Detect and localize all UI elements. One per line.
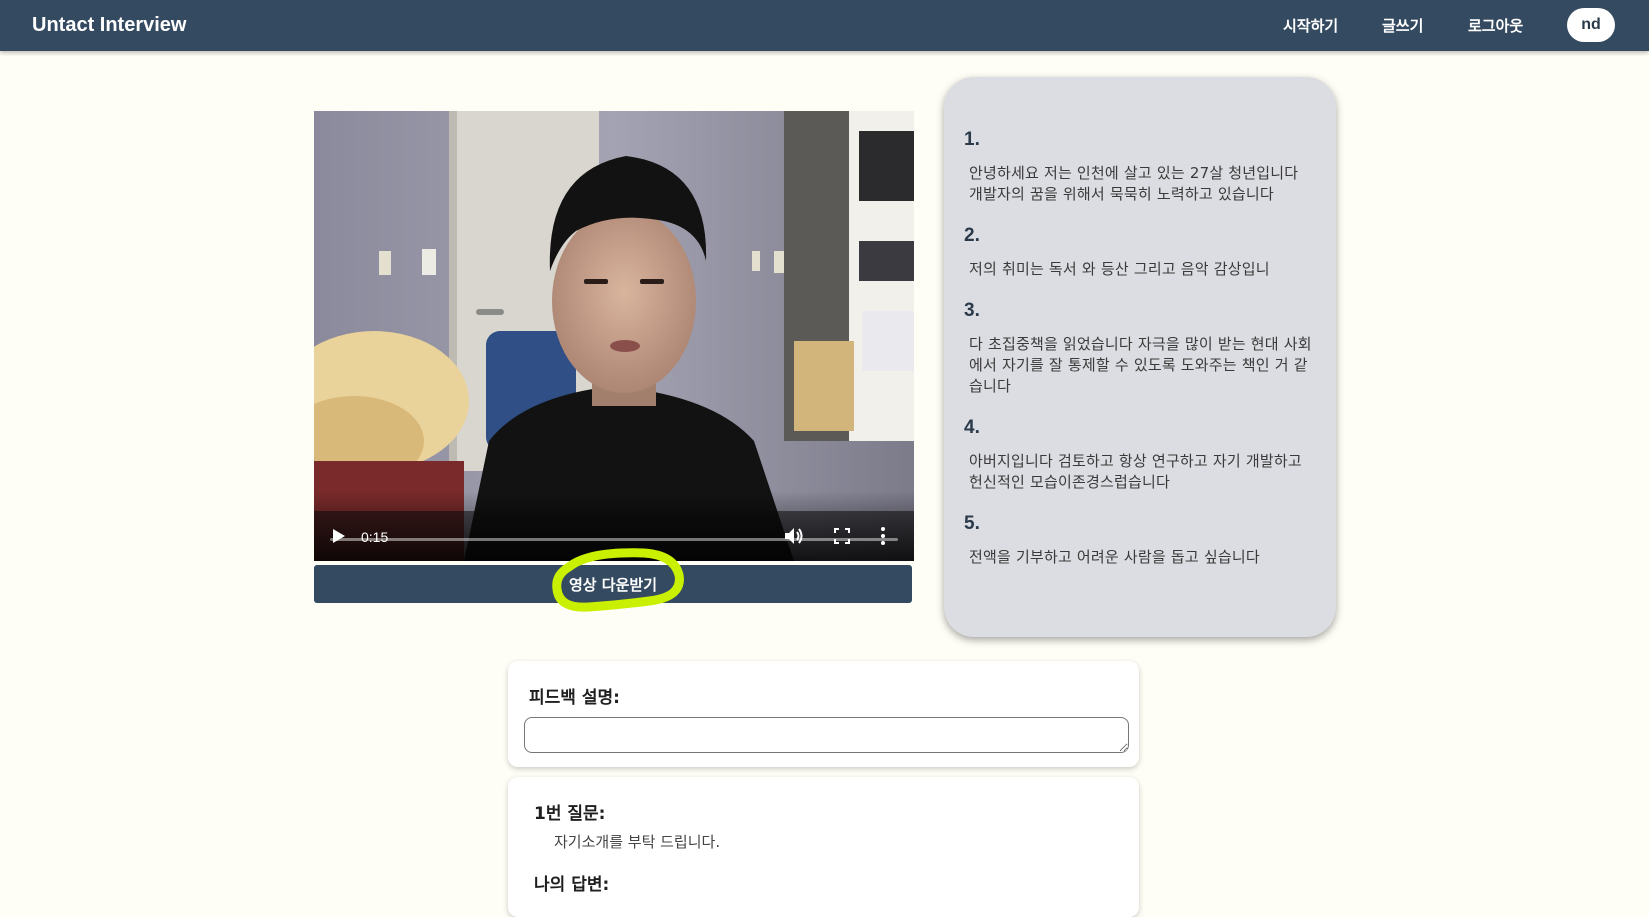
answer-text: 아버지입니다 검토하고 항상 연구하고 자기 개발하고 헌신적인 모습이존경스럽… <box>969 452 1302 491</box>
answer-text: 안녕하세요 저는 인천에 살고 있는 27살 청년입니다 개발자의 꿈을 위해서… <box>969 164 1299 203</box>
answer-number: 1. <box>964 129 980 150</box>
answer-text: 다 초집중책을 읽었습니다 자극을 많이 받는 현대 사회에서 자기를 잘 통제… <box>969 335 1312 395</box>
answer-number: 5. <box>964 513 980 534</box>
answers-panel: 1. 안녕하세요 저는 인천에 살고 있는 27살 청년입니다 개발자의 꿈을 … <box>944 77 1336 637</box>
nav-start-link[interactable]: 시작하기 <box>1283 15 1338 36</box>
answer-number: 4. <box>964 417 980 438</box>
nav-logout-link[interactable]: 로그아웃 <box>1468 15 1523 36</box>
download-video-button[interactable]: 영상 다운받기 <box>314 565 912 603</box>
answer-item: 5. 전액을 기부하고 어려운 사람을 돕고 싶습니다 <box>964 513 1314 568</box>
answer-item: 1. 안녕하세요 저는 인천에 살고 있는 27살 청년입니다 개발자의 꿈을 … <box>964 129 1314 205</box>
feedback-label: 피드백 설명: <box>529 688 620 708</box>
answer-label: 나의 답변: <box>534 875 610 895</box>
feedback-textarea[interactable] <box>524 717 1129 753</box>
navbar: Untact Interview 시작하기 글쓰기 로그아웃 nd <box>0 0 1649 51</box>
nav-write-link[interactable]: 글쓰기 <box>1382 15 1423 36</box>
question-label: 1번 질문: <box>534 804 606 824</box>
question-text: 자기소개를 부탁 드립니다. <box>554 833 721 851</box>
video-player[interactable]: 0:15 <box>314 111 914 561</box>
fullscreen-icon[interactable] <box>834 528 850 544</box>
video-time: 0:15 <box>361 529 389 545</box>
feedback-card: 피드백 설명: <box>508 661 1139 767</box>
more-vertical-icon[interactable] <box>880 526 886 546</box>
answer-text: 저의 취미는 독서 와 등산 그리고 음악 감상입니 <box>969 260 1270 278</box>
answer-number: 2. <box>964 225 980 246</box>
question-card: 1번 질문: 자기소개를 부탁 드립니다. 나의 답변: <box>508 777 1139 917</box>
download-video-label: 영상 다운받기 <box>568 575 658 594</box>
video-controls: 0:15 <box>314 491 914 561</box>
avatar[interactable]: nd <box>1567 8 1615 42</box>
play-icon[interactable] <box>332 528 346 544</box>
brand-logo[interactable]: Untact Interview <box>32 14 186 37</box>
answer-item: 2. 저의 취미는 독서 와 등산 그리고 음악 감상입니 <box>964 225 1314 280</box>
video-progress-bar[interactable] <box>330 538 898 541</box>
volume-icon[interactable] <box>784 527 804 545</box>
answer-text: 전액을 기부하고 어려운 사람을 돕고 싶습니다 <box>969 548 1260 566</box>
answer-item: 3. 다 초집중책을 읽었습니다 자극을 많이 받는 현대 사회에서 자기를 잘… <box>964 300 1314 397</box>
answer-number: 3. <box>964 300 980 321</box>
answer-item: 4. 아버지입니다 검토하고 항상 연구하고 자기 개발하고 헌신적인 모습이존… <box>964 417 1314 493</box>
